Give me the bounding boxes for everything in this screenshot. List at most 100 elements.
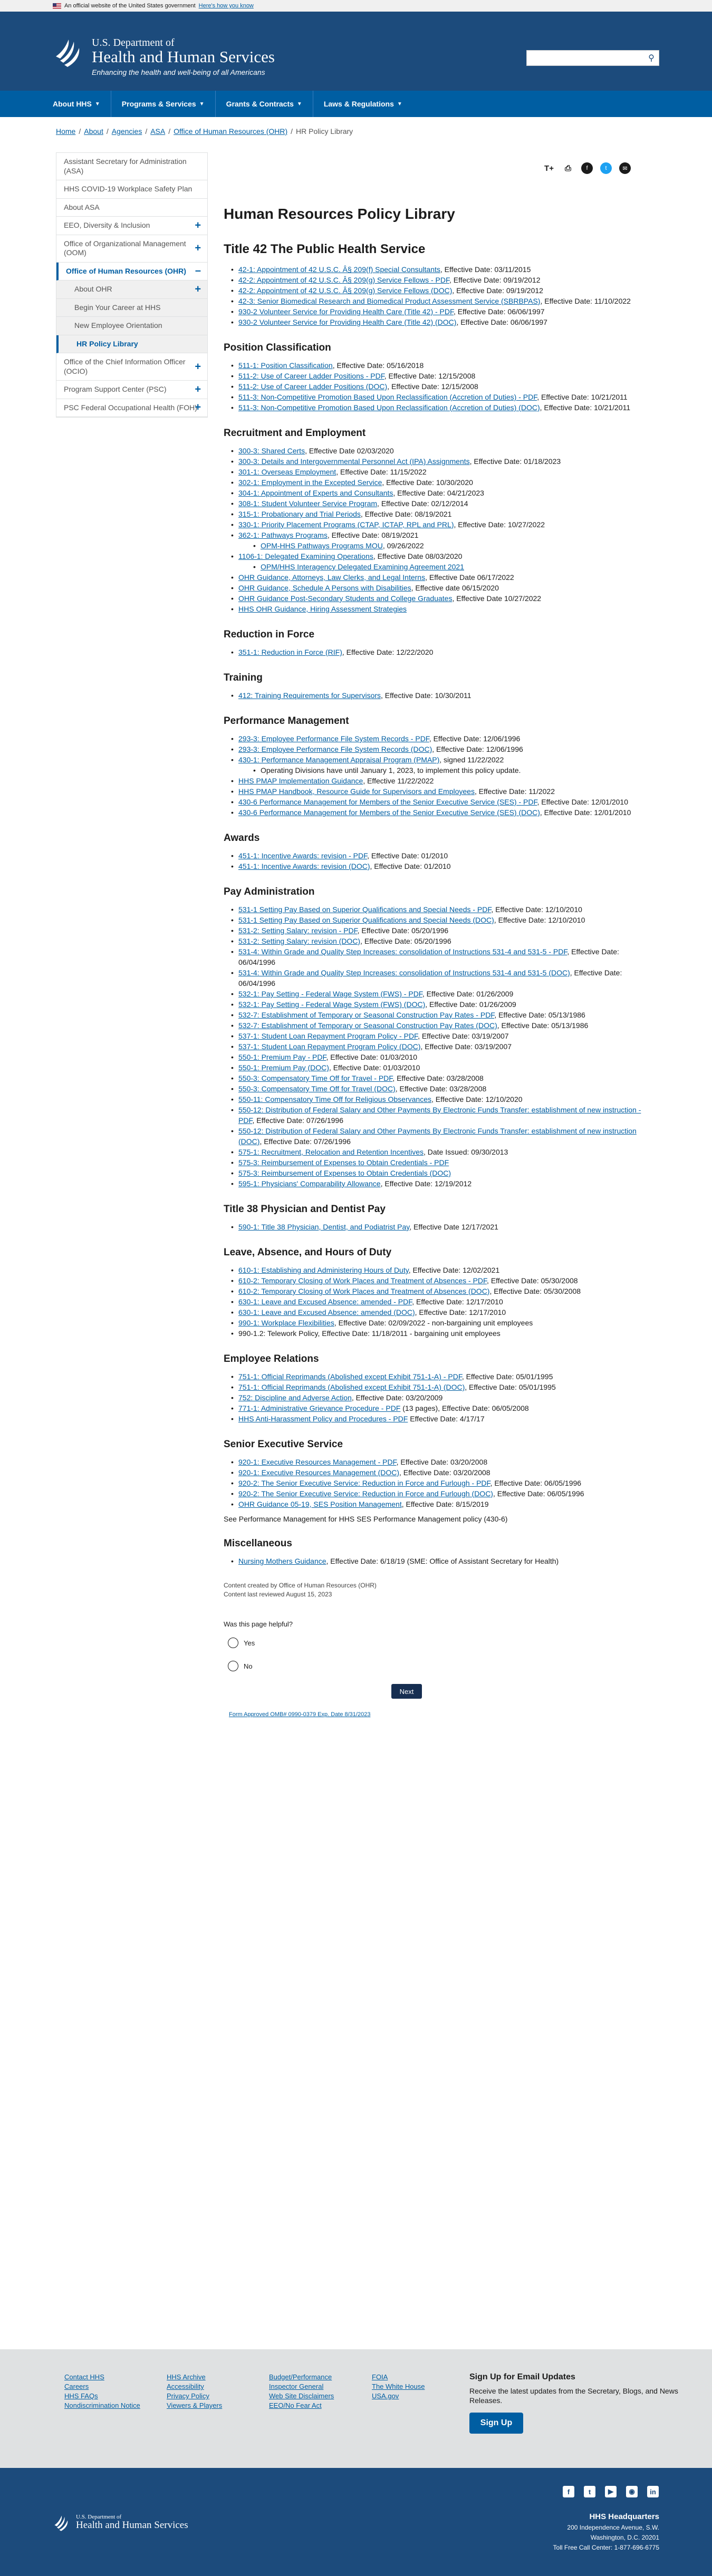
- policy-link[interactable]: 550-11: Compensatory Time Off for Religi…: [238, 1095, 431, 1103]
- policy-link[interactable]: 595-1: Physicians' Comparability Allowan…: [238, 1179, 381, 1188]
- breadcrumb-link[interactable]: Agencies: [112, 127, 142, 135]
- footer-link[interactable]: HHS Archive: [167, 2372, 222, 2382]
- sidebar-item[interactable]: PSC Federal Occupational Health (FOH) +: [56, 399, 207, 417]
- policy-link[interactable]: 532-1: Pay Setting - Federal Wage System…: [238, 1000, 425, 1009]
- policy-link[interactable]: 610-2: Temporary Closing of Work Places …: [238, 1287, 489, 1295]
- policy-link[interactable]: 537-1: Student Loan Repayment Program Po…: [238, 1032, 418, 1040]
- plus-icon[interactable]: +: [195, 360, 201, 373]
- policy-link[interactable]: 42-3: Senior Biomedical Research and Bio…: [238, 297, 540, 305]
- breadcrumb-link[interactable]: About: [84, 127, 103, 135]
- policy-link[interactable]: OPM-HHS Pathways Programs MOU: [261, 541, 383, 550]
- facebook-icon[interactable]: f: [581, 162, 593, 174]
- policy-link[interactable]: 308-1: Student Volunteer Service Program: [238, 499, 377, 508]
- policy-link[interactable]: 531-4: Within Grade and Quality Step Inc…: [238, 947, 567, 956]
- policy-link[interactable]: OHR Guidance, Attorneys, Law Clerks, and…: [238, 573, 425, 582]
- policy-link[interactable]: 610-1: Establishing and Administering Ho…: [238, 1266, 409, 1274]
- nav-item[interactable]: About HHS ▼: [53, 91, 111, 117]
- policy-link[interactable]: 451-1: Incentive Awards: revision (DOC): [238, 862, 370, 870]
- footer-link[interactable]: Careers: [64, 2382, 140, 2391]
- nav-item[interactable]: Grants & Contracts ▼: [216, 91, 313, 117]
- youtube-icon[interactable]: ▶: [605, 2486, 617, 2497]
- policy-link[interactable]: 752: Discipline and Adverse Action: [238, 1393, 352, 1402]
- policy-link[interactable]: 430-1: Performance Management Appraisal …: [238, 756, 439, 764]
- footer-link[interactable]: The White House: [372, 2382, 425, 2391]
- footer-logo[interactable]: U.S. Department of Health and Human Serv…: [53, 2513, 188, 2532]
- footer-link[interactable]: Accessibility: [167, 2382, 222, 2391]
- sidebar-item[interactable]: Program Support Center (PSC) +: [56, 381, 207, 399]
- footer-link[interactable]: USA.gov: [372, 2391, 425, 2401]
- policy-link[interactable]: 42-1: Appointment of 42 U.S.C. Â§ 209(f)…: [238, 265, 440, 274]
- text-size-icon[interactable]: T+: [543, 162, 555, 174]
- breadcrumb-link[interactable]: Home: [56, 127, 75, 135]
- policy-link[interactable]: 300-3: Shared Certs: [238, 447, 305, 455]
- facebook-icon[interactable]: f: [563, 2486, 574, 2497]
- footer-link[interactable]: FOIA: [372, 2372, 425, 2382]
- email-icon[interactable]: ✉: [619, 162, 631, 174]
- policy-link[interactable]: 293-3: Employee Performance File System …: [238, 734, 429, 743]
- footer-link[interactable]: EEO/No Fear Act: [269, 2401, 334, 2410]
- twitter-icon[interactable]: t: [584, 2486, 595, 2497]
- sidebar-item[interactable]: New Employee Orientation: [56, 317, 207, 335]
- policy-link[interactable]: 920-2: The Senior Executive Service: Red…: [238, 1489, 493, 1498]
- policy-link[interactable]: 532-7: Establishment of Temporary or Sea…: [238, 1011, 494, 1019]
- policy-link[interactable]: HHS PMAP Handbook, Resource Guide for Su…: [238, 787, 475, 796]
- footer-link[interactable]: Budget/Performance: [269, 2372, 334, 2382]
- policy-link[interactable]: 531-4: Within Grade and Quality Step Inc…: [238, 969, 570, 977]
- feedback-no-radio[interactable]: No: [228, 1661, 654, 1671]
- policy-link[interactable]: 1106-1: Delegated Examining Operations: [238, 552, 373, 560]
- linkedin-icon[interactable]: in: [647, 2486, 659, 2497]
- policy-link[interactable]: HHS Anti-Harassment Policy and Procedure…: [238, 1415, 408, 1423]
- minus-icon[interactable]: –: [195, 265, 201, 278]
- breadcrumb-link[interactable]: ASA: [150, 127, 165, 135]
- footer-link[interactable]: Contact HHS: [64, 2372, 140, 2382]
- policy-link[interactable]: 550-3: Compensatory Time Off for Travel …: [238, 1084, 396, 1093]
- policy-link[interactable]: 610-2: Temporary Closing of Work Places …: [238, 1276, 487, 1285]
- policy-link[interactable]: 630-1: Leave and Excused Absence: amende…: [238, 1297, 412, 1306]
- policy-link[interactable]: 920-2: The Senior Executive Service: Red…: [238, 1479, 490, 1487]
- sidebar-item[interactable]: HHS COVID-19 Workplace Safety Plan: [56, 180, 207, 199]
- policy-link[interactable]: 300-3: Details and Intergovernmental Per…: [238, 457, 470, 466]
- policy-link[interactable]: 430-6 Performance Management for Members…: [238, 808, 540, 817]
- nav-item[interactable]: Programs & Services ▼: [111, 91, 216, 117]
- sidebar-item[interactable]: About OHR +: [56, 280, 207, 299]
- footer-link[interactable]: Viewers & Players: [167, 2401, 222, 2410]
- policy-link[interactable]: 990-1: Workplace Flexibilities: [238, 1319, 334, 1327]
- breadcrumb-link[interactable]: Office of Human Resources (OHR): [174, 127, 287, 135]
- radio-circle[interactable]: [228, 1638, 238, 1648]
- policy-link[interactable]: 751-1: Official Reprimands (Abolished ex…: [238, 1372, 462, 1381]
- policy-link[interactable]: 362-1: Pathways Programs: [238, 531, 328, 539]
- policy-link[interactable]: 42-2: Appointment of 42 U.S.C. Â§ 209(g)…: [238, 286, 452, 295]
- policy-link[interactable]: 302-1: Employment in the Excepted Servic…: [238, 478, 382, 487]
- policy-link[interactable]: 330-1: Priority Placement Programs (CTAP…: [238, 520, 454, 529]
- policy-link[interactable]: 532-1: Pay Setting - Federal Wage System…: [238, 990, 422, 998]
- policy-link[interactable]: 430-6 Performance Management for Members…: [238, 798, 537, 806]
- plus-icon[interactable]: +: [195, 401, 201, 414]
- sidebar-item[interactable]: Office of the Chief Information Officer …: [56, 353, 207, 381]
- policy-link[interactable]: 511-3: Non-Competitive Promotion Based U…: [238, 403, 540, 412]
- policy-link[interactable]: 532-7: Establishment of Temporary or Sea…: [238, 1021, 497, 1030]
- policy-link[interactable]: 351-1: Reduction in Force (RIF): [238, 648, 342, 656]
- search-input[interactable]: ⚲: [526, 50, 659, 66]
- policy-link[interactable]: 451-1: Incentive Awards: revision - PDF: [238, 851, 367, 860]
- policy-link[interactable]: 550-3: Compensatory Time Off for Travel …: [238, 1074, 392, 1082]
- policy-link[interactable]: 531-2: Setting Salary: revision (DOC): [238, 937, 360, 945]
- sidebar-item[interactable]: HR Policy Library: [56, 335, 207, 353]
- policy-link[interactable]: 42-2: Appointment of 42 U.S.C. Â§ 209(g)…: [238, 276, 449, 284]
- policy-link[interactable]: 531-1 Setting Pay Based on Superior Qual…: [238, 916, 494, 924]
- policy-link[interactable]: 511-1: Position Classification: [238, 361, 333, 370]
- sidebar-item[interactable]: Begin Your Career at HHS: [56, 299, 207, 317]
- footer-link[interactable]: Inspector General: [269, 2382, 334, 2391]
- policy-link[interactable]: 537-1: Student Loan Repayment Program Po…: [238, 1042, 421, 1051]
- policy-link[interactable]: 511-3: Non-Competitive Promotion Based U…: [238, 393, 537, 401]
- policy-link[interactable]: HHS OHR Guidance, Hiring Assessment Stra…: [238, 605, 407, 613]
- policy-link[interactable]: 920-1: Executive Resources Management - …: [238, 1458, 397, 1466]
- plus-icon[interactable]: +: [195, 219, 201, 232]
- policy-link[interactable]: Nursing Mothers Guidance: [238, 1557, 326, 1565]
- policy-link[interactable]: 301-1: Overseas Employment: [238, 468, 336, 476]
- plus-icon[interactable]: +: [195, 383, 201, 396]
- policy-link[interactable]: 293-3: Employee Performance File System …: [238, 745, 432, 753]
- policy-link[interactable]: 550-1: Premium Pay (DOC): [238, 1063, 329, 1072]
- sign-up-button[interactable]: Sign Up: [469, 2413, 523, 2434]
- footer-link[interactable]: HHS FAQs: [64, 2391, 140, 2401]
- instagram-icon[interactable]: ◉: [626, 2486, 638, 2497]
